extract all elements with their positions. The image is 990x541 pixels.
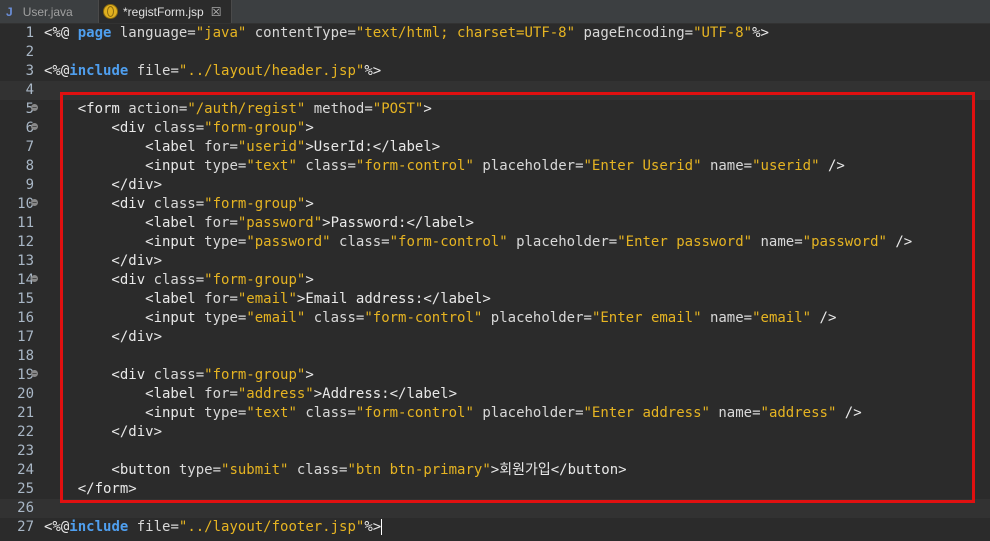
line-number: 7 [25, 139, 34, 155]
line-number-gutter: 20 [0, 385, 34, 404]
line-number: 26 [17, 500, 34, 516]
text-cursor [381, 519, 383, 535]
line-number: 17 [17, 329, 34, 345]
tab-regist-form-jsp[interactable]: *registForm.jsp ☒ [98, 0, 232, 23]
line-number-gutter: 23 [0, 442, 34, 461]
line-number-gutter: 17 [0, 328, 34, 347]
line-number-gutter: 18 [0, 347, 34, 366]
code-editor[interactable]: 1 <%@ page language="java" contentType="t… [0, 23, 990, 541]
line-number-gutter: 2 [0, 43, 34, 62]
line-number-gutter: 11 [0, 214, 34, 233]
code-token: %> [364, 519, 382, 535]
code-token: "../layout/header.jsp" [178, 63, 365, 79]
tab-label: User.java [22, 4, 73, 19]
code-line[interactable]: 3 <%@include file="../layout/header.jsp"%… [0, 62, 990, 81]
line-number-gutter: 14 [0, 271, 34, 290]
line-number: 27 [17, 519, 34, 535]
java-file-icon: J [6, 4, 13, 19]
code-text: <%@ page language="java" contentType="te… [44, 24, 769, 43]
line-number-gutter: 26 [0, 499, 34, 518]
line-number-gutter: 7 [0, 138, 34, 157]
line-number: 10 [17, 196, 34, 212]
line-number: 16 [17, 310, 34, 326]
line-number: 2 [25, 44, 34, 60]
code-token: include [69, 63, 129, 79]
fold-collapse-icon[interactable]: − [31, 199, 38, 207]
code-line[interactable]: 27 <%@include file="../layout/footer.jsp"… [0, 518, 990, 537]
editor-tab-bar: J User.java *registForm.jsp ☒ [0, 0, 990, 24]
line-number-gutter: 24 [0, 461, 34, 480]
line-number-gutter: 5 [0, 100, 34, 119]
line-number-gutter: 16 [0, 309, 34, 328]
line-number-gutter: 9 [0, 176, 34, 195]
code-token: file= [128, 519, 179, 535]
tab-label: *registForm.jsp [123, 4, 204, 19]
line-number: 18 [17, 348, 34, 364]
code-text: <%@include file="../layout/footer.jsp"%> [44, 518, 383, 537]
code-token: contentType= [246, 25, 356, 41]
line-number-gutter: 6 [0, 119, 34, 138]
code-token: "UTF-8" [693, 25, 753, 41]
line-number-gutter: 4 [0, 81, 34, 100]
close-tab-icon[interactable]: ☒ [211, 5, 222, 19]
code-token: <%@ [44, 519, 70, 535]
line-number: 13 [17, 253, 34, 269]
line-number: 4 [25, 82, 34, 98]
line-number: 22 [17, 424, 34, 440]
line-number-gutter: 15 [0, 290, 34, 309]
line-number-gutter: 8 [0, 157, 34, 176]
line-number: 6 [25, 120, 34, 136]
code-token: %> [752, 25, 769, 41]
web-file-icon [103, 4, 118, 19]
code-token: "java" [195, 25, 247, 41]
line-number-gutter: 25 [0, 480, 34, 499]
line-number: 9 [25, 177, 34, 193]
line-number-gutter: 13 [0, 252, 34, 271]
line-number: 24 [17, 462, 34, 478]
line-number: 20 [17, 386, 34, 402]
red-highlight-box [60, 92, 975, 503]
line-number-gutter: 3 [0, 62, 34, 81]
code-token: "../layout/footer.jsp" [178, 519, 365, 535]
line-number: 11 [17, 215, 34, 231]
fold-collapse-icon[interactable]: − [31, 370, 38, 378]
code-token: include [69, 519, 129, 535]
line-number: 15 [17, 291, 34, 307]
line-number: 19 [17, 367, 34, 383]
code-token: language= [111, 25, 196, 41]
code-token: page [77, 25, 112, 41]
code-line[interactable]: 1 <%@ page language="java" contentType="t… [0, 24, 990, 43]
code-token: <%@ [44, 25, 78, 41]
code-token: file= [128, 63, 179, 79]
tab-user-java[interactable]: J User.java [0, 0, 92, 23]
line-number: 5 [25, 101, 34, 117]
line-number-gutter: 22 [0, 423, 34, 442]
line-number: 8 [25, 158, 34, 174]
code-token: <%@ [44, 63, 70, 79]
fold-collapse-icon[interactable]: − [31, 104, 38, 112]
line-number-gutter: 19 [0, 366, 34, 385]
fold-collapse-icon[interactable]: − [31, 123, 38, 131]
code-token: pageEncoding= [575, 25, 694, 41]
line-number-gutter: 27 [0, 518, 34, 537]
line-number: 23 [17, 443, 34, 459]
line-number: 21 [17, 405, 34, 421]
line-number: 12 [17, 234, 34, 250]
line-number-gutter: 21 [0, 404, 34, 423]
code-text: <%@include file="../layout/header.jsp"%> [44, 62, 381, 81]
line-number-gutter: 1 [0, 24, 34, 43]
code-line[interactable]: 2 [0, 43, 990, 62]
line-number: 25 [17, 481, 34, 497]
fold-collapse-icon[interactable]: − [31, 275, 38, 283]
code-token: "text/html; charset=UTF-8" [355, 25, 576, 41]
line-number: 14 [17, 272, 34, 288]
code-token: %> [364, 63, 382, 79]
line-number: 1 [25, 25, 34, 41]
line-number-gutter: 10 [0, 195, 34, 214]
line-number: 3 [25, 63, 34, 79]
line-number-gutter: 12 [0, 233, 34, 252]
